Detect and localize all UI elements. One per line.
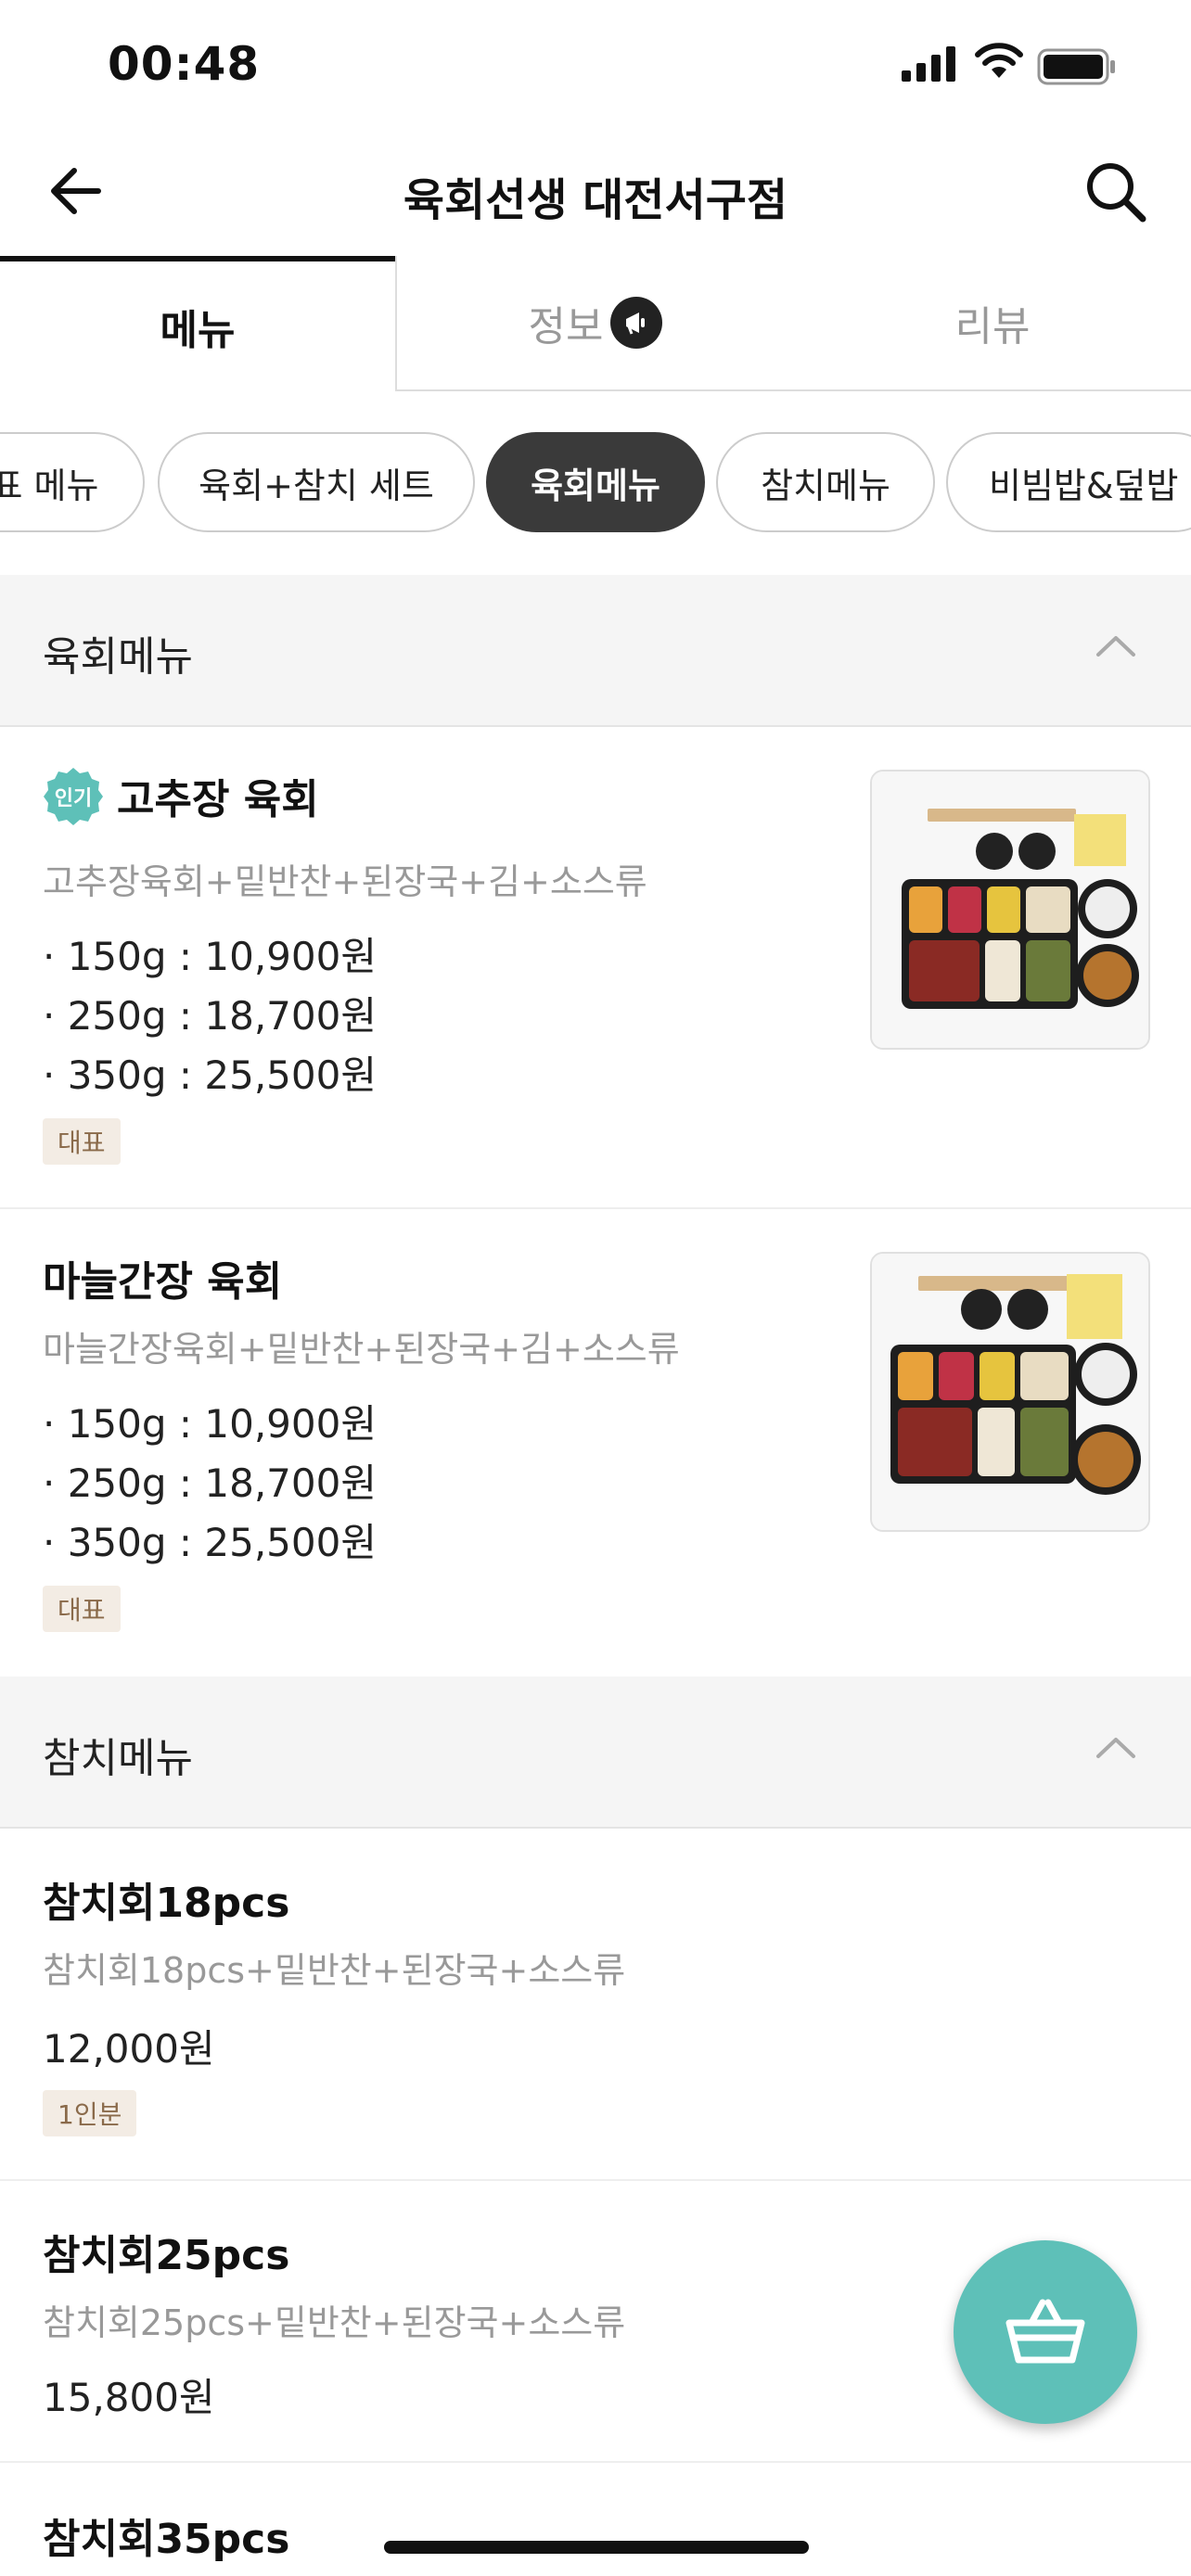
menu-item[interactable]: 참치회18pcs 참치회18pcs+밑반찬+된장국+소스류 12,000원 1인… [0, 1830, 1191, 2181]
menu-item-name: 참치회25pcs [43, 2232, 290, 2279]
tab-info[interactable]: 정보 [395, 256, 794, 391]
tab-review-label: 리뷰 [954, 303, 1031, 351]
menu-item-desc: 고추장육회+밑반찬+된장국+김+소스류 [43, 861, 647, 902]
menu-item-name: 참치회18pcs [43, 1880, 290, 1927]
menu-item[interactable]: 마늘간장 육회 마늘간장육회+밑반찬+된장국+김+소스류 · 150g : 10… [0, 1209, 1191, 1677]
status-time: 00:48 [108, 37, 261, 91]
menu-item-name: 마늘간장 육회 [43, 1258, 283, 1306]
tab-info-label: 정보 [528, 303, 604, 351]
category-chips: 표 메뉴 육회+참치 세트 육회메뉴 참치메뉴 비빔밥&덮밥 [0, 432, 1191, 534]
menu-item-photo[interactable] [870, 770, 1150, 1050]
basket-icon [1005, 2299, 1085, 2364]
menu-item-desc: 참치회18pcs+밑반찬+된장국+소스류 [43, 1950, 626, 1991]
tab-review[interactable]: 리뷰 [794, 256, 1191, 391]
section-title: 참치메뉴 [43, 1735, 193, 1782]
section-header-tuna[interactable]: 참치메뉴 [0, 1677, 1191, 1829]
menu-item-photo[interactable] [870, 1252, 1150, 1532]
tab-menu[interactable]: 메뉴 [0, 256, 395, 391]
store-tabs: 메뉴 정보 리뷰 [0, 256, 1191, 391]
section-header-yukhoe[interactable]: 육회메뉴 [0, 575, 1191, 727]
menu-item-name: 고추장 육회 [117, 776, 319, 823]
section-title: 육회메뉴 [43, 633, 193, 681]
menu-item-desc: 참치회25pcs+밑반찬+된장국+소스류 [43, 2302, 626, 2343]
menu-item-price: · 250g : 18,700원 [43, 993, 377, 1039]
page-title: 육회선생 대전서구점 [403, 174, 788, 226]
menu-item-price: · 150g : 10,900원 [43, 1401, 377, 1447]
menu-item-price: 15,800원 [43, 2375, 215, 2420]
signal-icon [902, 46, 955, 82]
wifi-icon [975, 43, 1023, 78]
menu-item-name-row: 인기 고추장 육회 [43, 766, 319, 833]
menu-item-price: · 350g : 25,500원 [43, 1520, 377, 1565]
chip-signature[interactable]: 표 메뉴 [0, 432, 145, 532]
menu-item-name: 참치회35pcs [43, 2516, 290, 2563]
chip-bibimbap[interactable]: 비빔밥&덮밥 [946, 432, 1191, 532]
menu-item-price: 12,000원 [43, 2026, 215, 2072]
cart-button[interactable] [954, 2240, 1137, 2424]
chip-label: 육회+참치 세트 [198, 465, 434, 506]
chip-label: 비빔밥&덮밥 [989, 465, 1179, 506]
chip-label: 육회메뉴 [531, 465, 660, 506]
battery-icon [1037, 48, 1115, 85]
menu-item-price: · 350g : 25,500원 [43, 1052, 377, 1098]
app-header: 육회선생 대전서구점 [0, 130, 1191, 260]
status-bar: 00:48 [0, 0, 1191, 130]
chip-yukhoe-menu[interactable]: 육회메뉴 [486, 432, 705, 532]
menu-item-tag: 대표 [43, 1118, 121, 1165]
chip-label: 참치메뉴 [761, 465, 890, 506]
menu-item-price: · 250g : 18,700원 [43, 1460, 377, 1506]
menu-item-tag: 1인분 [43, 2090, 137, 2136]
megaphone-icon [610, 297, 663, 349]
menu-item-desc: 마늘간장육회+밑반찬+된장국+김+소스류 [43, 1329, 680, 1370]
home-indicator [384, 2541, 809, 2554]
tab-menu-label: 메뉴 [160, 307, 236, 354]
menu-item[interactable]: 인기 고추장 육회 고추장육회+밑반찬+된장국+김+소스류 · 150g : 1… [0, 727, 1191, 1209]
menu-item-tag: 대표 [43, 1586, 121, 1632]
chip-yukhoe-tuna-set[interactable]: 육회+참치 세트 [158, 432, 475, 532]
popular-badge-label: 인기 [55, 787, 92, 810]
menu-item[interactable]: 참치회35pcs [0, 2463, 1191, 2576]
menu-item-price: · 150g : 10,900원 [43, 934, 377, 979]
search-icon[interactable] [1082, 158, 1148, 224]
chip-label: 표 메뉴 [0, 465, 99, 506]
chevron-up-icon[interactable] [1095, 632, 1137, 660]
popular-badge: 인기 [44, 768, 103, 825]
chip-tuna-menu[interactable]: 참치메뉴 [716, 432, 935, 532]
chevron-up-icon[interactable] [1095, 1734, 1137, 1762]
